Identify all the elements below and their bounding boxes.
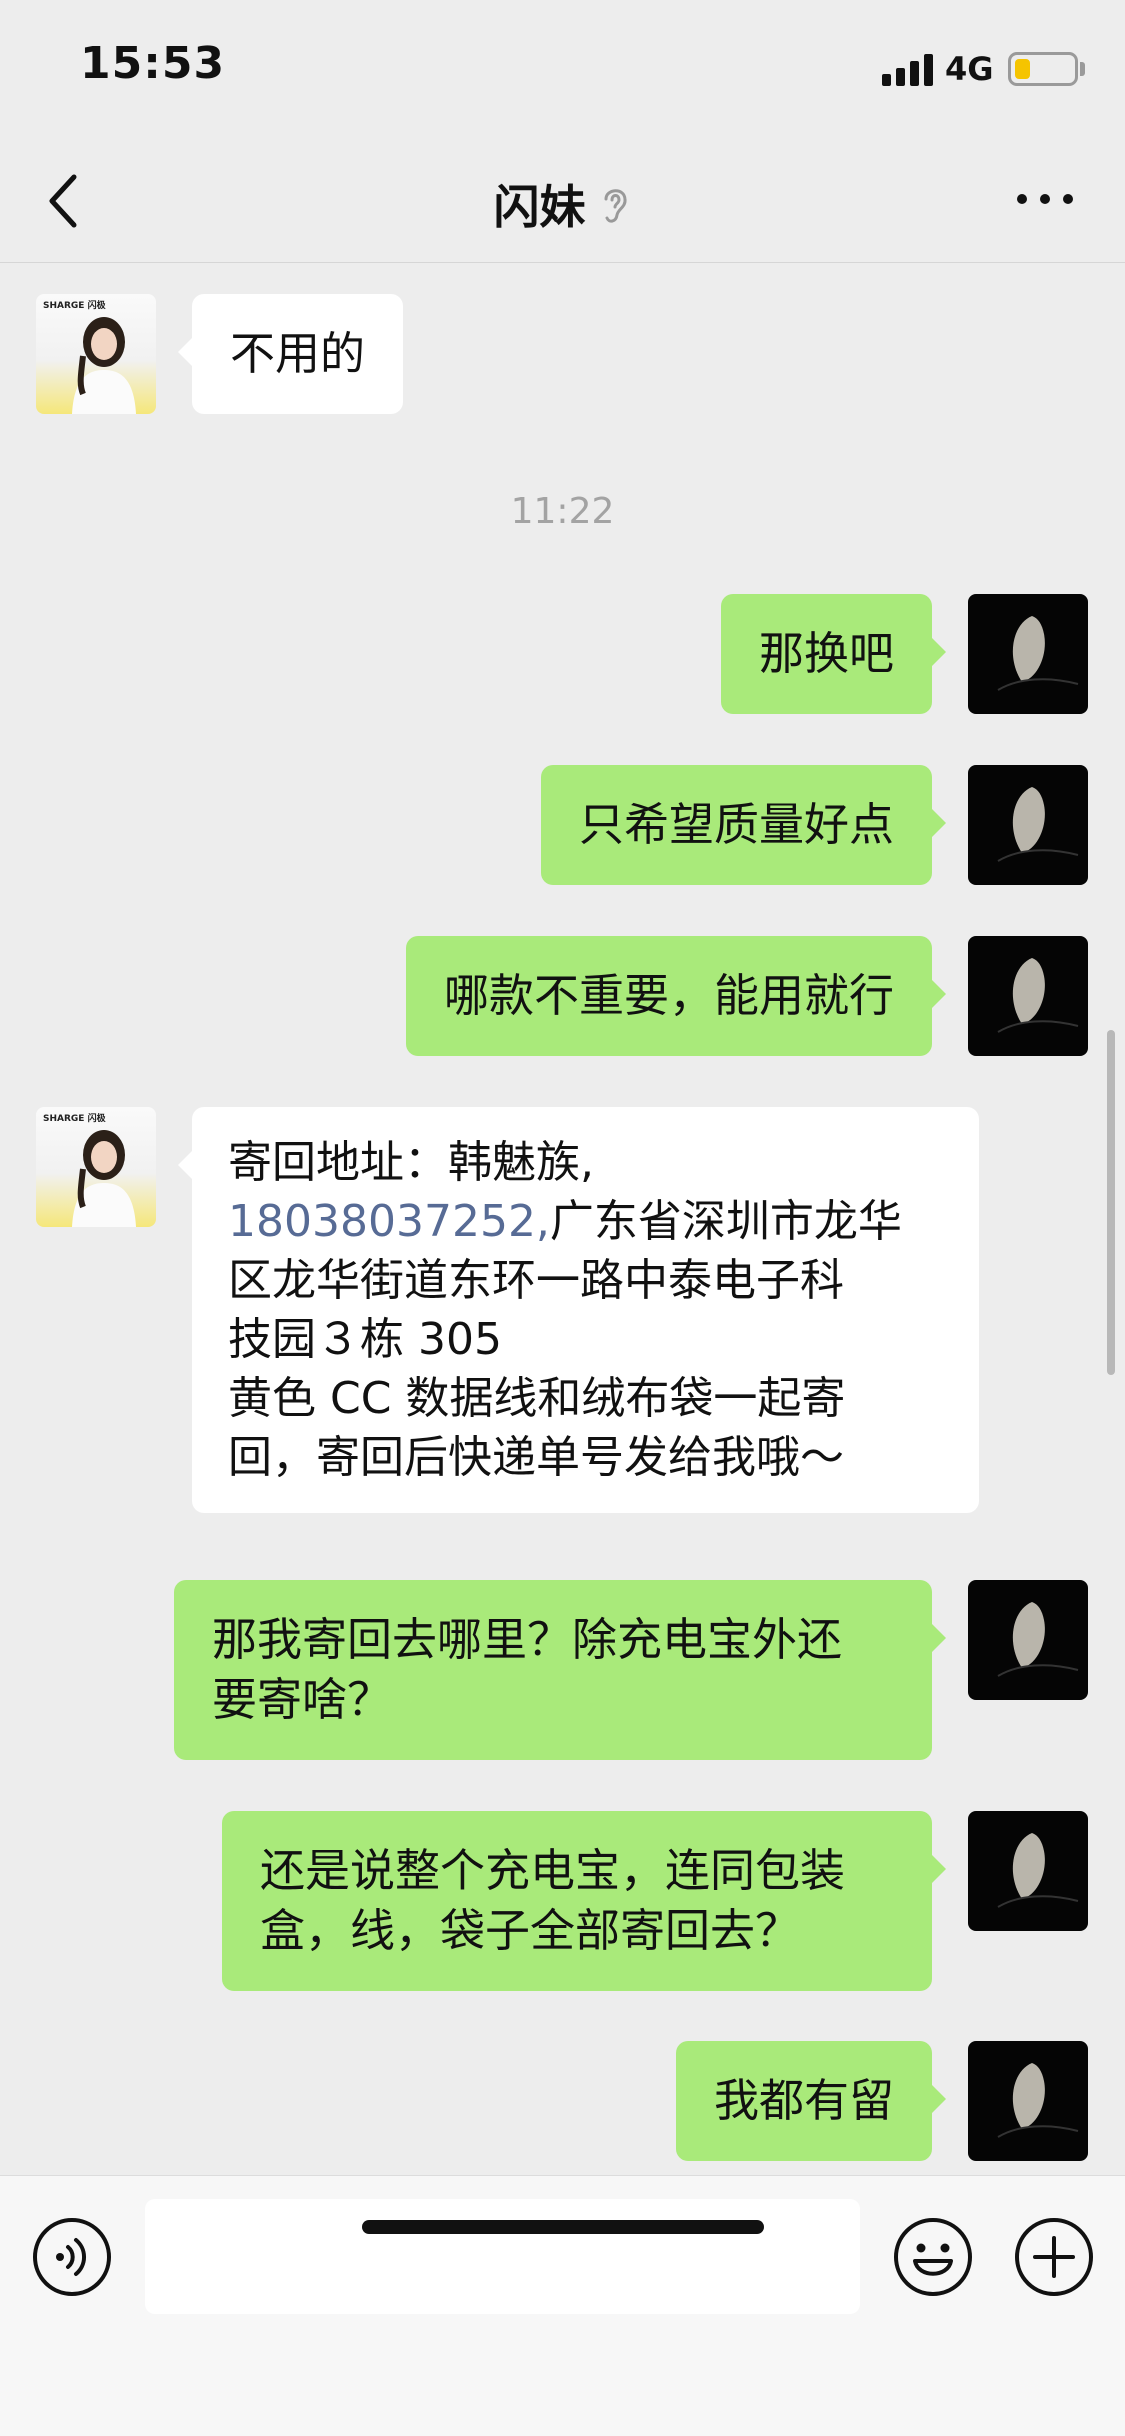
- plus-icon: [1015, 2218, 1093, 2296]
- status-time: 15:53: [80, 38, 226, 89]
- message-bubble-sent[interactable]: 那我寄回去哪里？除充电宝外还 要寄啥？: [174, 1580, 946, 1760]
- message-text: 只希望质量好点: [578, 798, 894, 851]
- my-avatar[interactable]: [968, 936, 1088, 1056]
- message-bubble-sent[interactable]: 我都有留: [675, 2041, 947, 2161]
- more-button[interactable]: [1010, 179, 1080, 219]
- voice-icon: [33, 2218, 111, 2296]
- message-bubble-sent[interactable]: 哪款不重要，能用就行: [405, 936, 947, 1056]
- battery-level: [1015, 59, 1030, 79]
- plus-button[interactable]: [1013, 2216, 1095, 2298]
- battery-cap: [1080, 62, 1085, 76]
- chat-area[interactable]: SHARGE 闪极 不用的 11:22 那换吧 只希望质量好点 哪款不重要，能用…: [0, 264, 1125, 2174]
- network-type: 4G: [945, 50, 994, 88]
- nav-bar: 闪妹: [0, 135, 1125, 263]
- message-bubble-sent[interactable]: 还是说整个充电宝，连同包装 盒，线，袋子全部寄回去？: [222, 1811, 946, 1991]
- my-avatar[interactable]: [968, 2041, 1088, 2161]
- message-text: 那换吧: [758, 627, 894, 680]
- address-line-4: 技园３栋 305: [228, 1314, 502, 1365]
- emoji-icon: [894, 2218, 972, 2296]
- message-text-line: 要寄啥？: [212, 1673, 393, 1726]
- address-line-5: 黄色 CC 数据线和绒布袋一起寄: [228, 1373, 846, 1424]
- message-bubble-sent[interactable]: 那换吧: [720, 594, 947, 714]
- chat-title-wrap: 闪妹: [0, 171, 1125, 237]
- message-text: 我都有留: [713, 2074, 894, 2127]
- address-text: 广东省深圳市龙华: [549, 1196, 902, 1247]
- chat-title: 闪妹: [493, 180, 586, 234]
- status-bar: 15:53 4G: [0, 0, 1125, 135]
- address-line-3: 区龙华街道东环一路中泰电子科: [228, 1255, 844, 1306]
- message-text-line: 那我寄回去哪里？除充电宝外还: [212, 1613, 843, 1666]
- battery-icon: [1008, 52, 1078, 86]
- my-avatar[interactable]: [968, 594, 1088, 714]
- my-avatar[interactable]: [968, 1580, 1088, 1700]
- message-text: 不用的: [230, 327, 366, 380]
- my-avatar[interactable]: [968, 1811, 1088, 1931]
- home-indicator[interactable]: [362, 2220, 764, 2234]
- scrollbar[interactable]: [1107, 1030, 1115, 1375]
- ear-icon: [604, 189, 627, 223]
- contact-avatar[interactable]: SHARGE 闪极: [36, 1107, 156, 1227]
- message-bubble-received[interactable]: 寄回地址：韩魅族, 18038037252,广东省深圳市龙华 区龙华街道东环一路…: [178, 1107, 979, 1513]
- message-input[interactable]: [145, 2199, 860, 2314]
- message-timestamp: 11:22: [510, 491, 615, 532]
- message-bubble-sent[interactable]: 只希望质量好点: [540, 765, 947, 885]
- voice-button[interactable]: [31, 2216, 113, 2298]
- address-line-2: 18038037252,广东省深圳市龙华: [228, 1192, 943, 1251]
- message-bubble-received[interactable]: 不用的: [177, 294, 404, 414]
- address-line-1: 寄回地址：韩魅族,: [228, 1137, 594, 1188]
- my-avatar[interactable]: [968, 765, 1088, 885]
- contact-avatar[interactable]: SHARGE 闪极: [36, 294, 156, 414]
- address-line-6: 回，寄回后快递单号发给我哦～: [228, 1432, 844, 1483]
- emoji-button[interactable]: [892, 2216, 974, 2298]
- message-text-line: 还是说整个充电宝，连同包装: [260, 1844, 846, 1897]
- svg-text:SHARGE 闪极: SHARGE 闪极: [43, 1112, 107, 1124]
- message-text-line: 盒，线，袋子全部寄回去？: [260, 1904, 801, 1957]
- signal-icon: [882, 52, 934, 86]
- message-text: 哪款不重要，能用就行: [443, 969, 894, 1022]
- svg-text:SHARGE 闪极: SHARGE 闪极: [43, 299, 107, 311]
- more-dots-icon: [1017, 194, 1073, 204]
- input-bar: [0, 2175, 1125, 2436]
- phone-link[interactable]: 18038037252,: [228, 1196, 550, 1247]
